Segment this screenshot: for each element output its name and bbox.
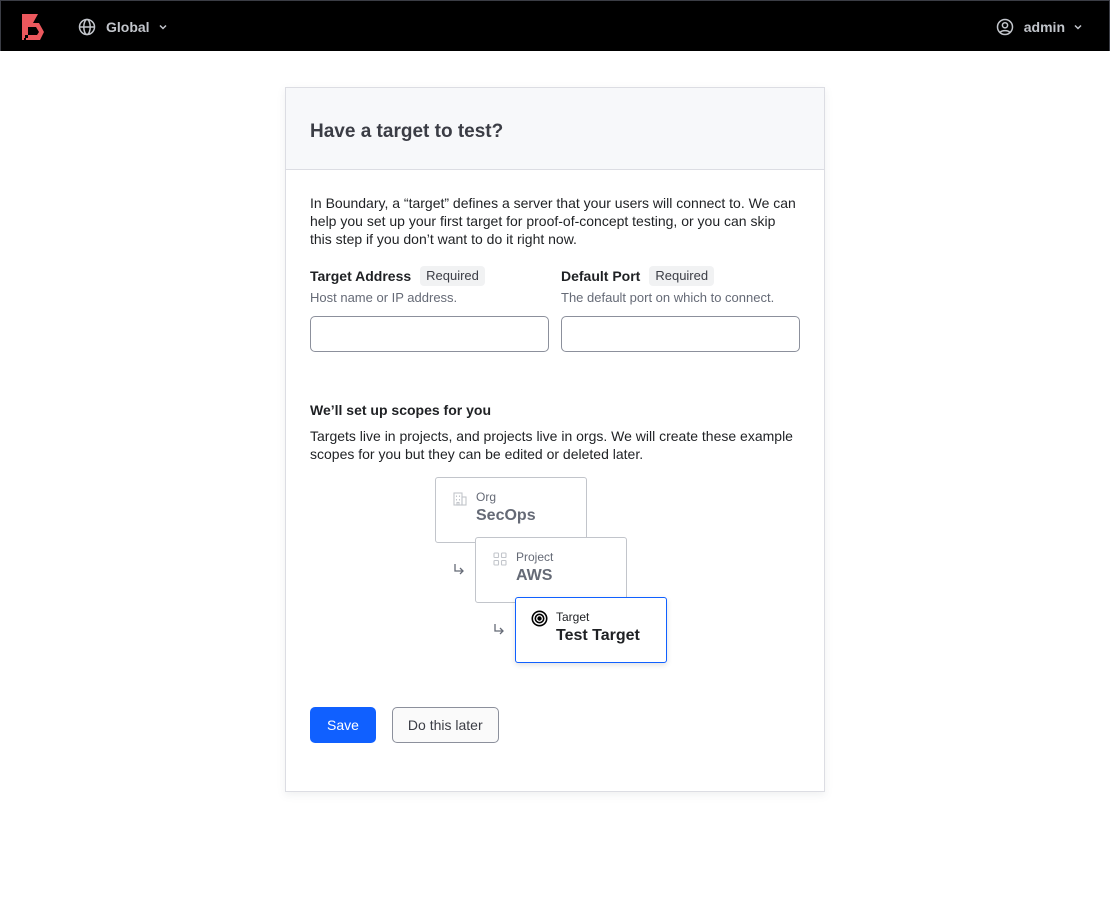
user-circle-icon	[996, 18, 1014, 36]
scopes-description: Targets live in projects, and projects l…	[310, 428, 793, 462]
scope-name: Test Target	[556, 627, 640, 644]
chevron-down-icon	[159, 24, 167, 30]
user-menu-label: admin	[1023, 19, 1065, 35]
nested-arrow-icon	[494, 624, 504, 635]
scope-card-project: Project AWS	[475, 537, 627, 603]
default-port-input[interactable]	[561, 316, 800, 352]
target-form-fields: Target Address Required Host name or IP …	[310, 266, 800, 352]
target-address-help: Host name or IP address.	[310, 290, 458, 305]
target-address-label: Target Address	[310, 268, 412, 284]
target-address-field: Target Address Required Host name or IP …	[310, 266, 549, 352]
boundary-logo-icon[interactable]	[20, 13, 46, 41]
default-port-help: The default port on which to connect.	[561, 290, 775, 305]
target-icon	[531, 610, 548, 627]
scope-type-label: Project	[516, 550, 554, 564]
onboarding-target-card: Have a target to test? In Boundary, a “t…	[285, 87, 825, 792]
scope-hierarchy-diagram: Org SecOps Project AWS Target Test Targe…	[310, 477, 800, 697]
scope-type-label: Org	[476, 490, 497, 504]
save-button[interactable]: Save	[310, 707, 376, 743]
required-badge: Required	[649, 266, 715, 286]
nested-arrow-icon	[454, 564, 464, 575]
required-badge: Required	[420, 266, 485, 286]
grid-icon	[493, 552, 507, 566]
scope-switcher-label: Global	[106, 19, 150, 35]
scopes-heading: We’ll set up scopes for you	[310, 402, 492, 418]
target-address-input[interactable]	[310, 316, 549, 352]
do-this-later-button[interactable]: Do this later	[391, 707, 499, 743]
user-menu[interactable]: admin	[996, 17, 1083, 37]
scope-card-target: Target Test Target	[515, 597, 667, 663]
form-actions: Save Do this later	[310, 707, 499, 743]
building-icon	[453, 492, 467, 506]
globe-icon	[78, 18, 96, 36]
scope-card-org: Org SecOps	[435, 477, 587, 543]
default-port-label: Default Port	[561, 268, 641, 284]
scope-name: AWS	[516, 567, 553, 584]
scope-type-label: Target	[556, 610, 590, 624]
intro-text: In Boundary, a “target” defines a server…	[310, 195, 796, 247]
card-header: Have a target to test?	[286, 88, 824, 170]
scope-switcher[interactable]: Global	[78, 17, 168, 37]
chevron-down-icon	[1074, 24, 1082, 30]
page-title: Have a target to test?	[310, 121, 504, 142]
top-navigation-bar: Global admin	[0, 0, 1110, 51]
card-body: In Boundary, a “target” defines a server…	[286, 170, 824, 697]
scope-name: SecOps	[476, 507, 536, 524]
default-port-field: Default Port Required The default port o…	[561, 266, 800, 352]
